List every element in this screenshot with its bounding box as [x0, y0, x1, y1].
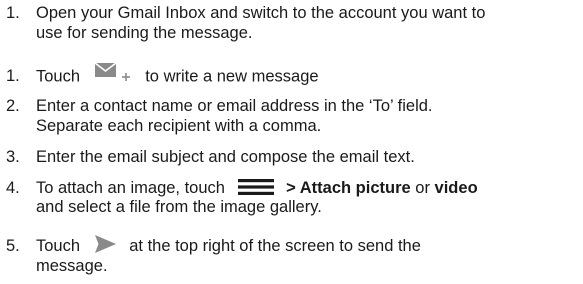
step-text-continued: use for sending the message.	[36, 24, 253, 42]
step-number: 5.	[6, 237, 20, 255]
step-text-continued: message.	[36, 257, 108, 275]
menu-icon	[237, 178, 274, 196]
step-number: 4.	[6, 179, 20, 197]
step-text: to write a new message	[145, 67, 319, 86]
step-number: 1.	[6, 67, 20, 85]
attach-picture-label: > Attach picture	[286, 179, 411, 197]
send-icon	[93, 234, 117, 254]
step-text-continued: Separate each recipient with a comma.	[36, 117, 322, 135]
step-number: 2.	[6, 97, 20, 115]
step-text: To attach an image, touch	[36, 179, 225, 197]
step-text: Open your Gmail Inbox and switch to the …	[36, 4, 486, 22]
step-text-continued: and select a file from the image gallery…	[36, 198, 322, 216]
step-number: 3.	[6, 148, 20, 166]
video-label: video	[434, 179, 478, 197]
step-text: Enter a contact name or email address in…	[36, 97, 433, 115]
compose-mail-icon	[94, 61, 133, 83]
step-number: 1.	[6, 4, 20, 22]
step-text: or	[415, 179, 430, 197]
step-text: Touch	[36, 237, 81, 255]
step-text: at the top right of the screen to send t…	[129, 237, 421, 255]
step-text: Enter the email subject and compose the …	[36, 148, 415, 166]
step-text: Touch	[36, 67, 81, 86]
